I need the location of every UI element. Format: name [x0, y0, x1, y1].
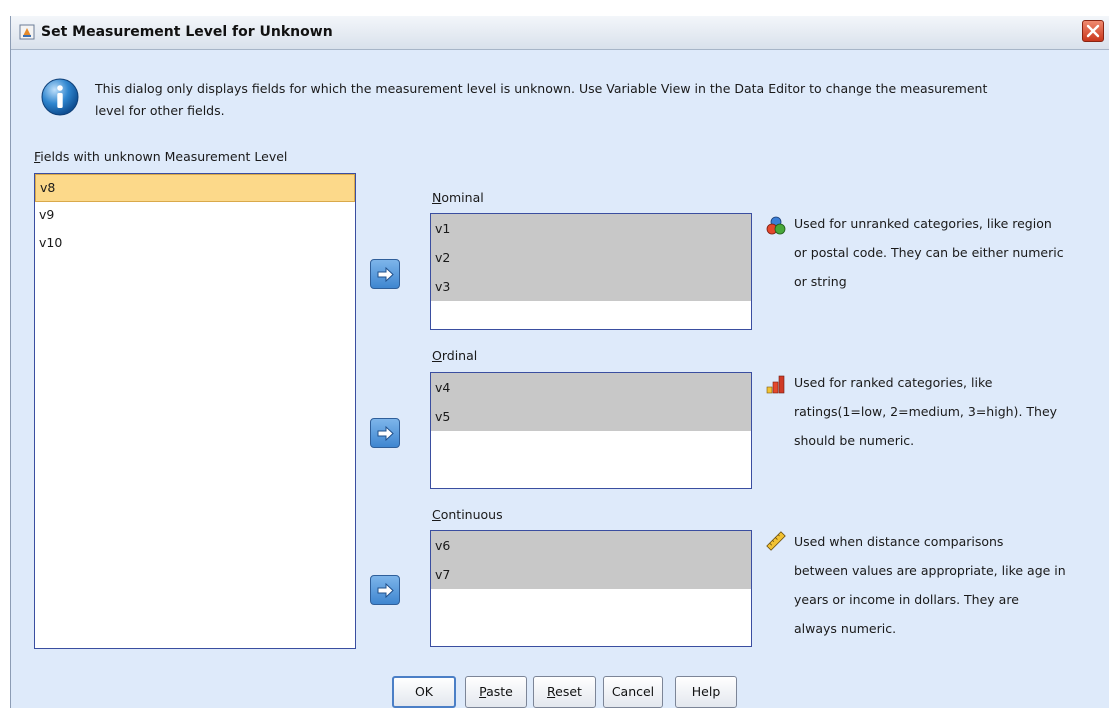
info-message: This dialog only displays fields for whi… [95, 78, 1095, 122]
paste-button[interactable]: Paste [465, 676, 527, 708]
continuous-label: Continuous [432, 507, 503, 522]
close-icon [1086, 24, 1100, 38]
nominal-description: Used for unranked categories, like regio… [794, 216, 1064, 289]
ordinal-item-v4[interactable]: v4 [431, 373, 751, 402]
fields-list-label: Fields with unknown Measurement Level [34, 149, 288, 164]
arrow-right-icon [377, 426, 394, 441]
field-item-v10[interactable]: v10 [35, 230, 355, 258]
nominal-item-v1[interactable]: v1 [431, 214, 751, 243]
ordinal-listbox[interactable]: v4 v5 [430, 372, 752, 489]
nominal-label: Nominal [432, 190, 484, 205]
nominal-item-v2[interactable]: v2 [431, 243, 751, 272]
ordinal-bars-icon [766, 374, 786, 394]
move-to-ordinal-button[interactable] [370, 418, 400, 448]
app-icon [19, 24, 35, 40]
field-item-v9[interactable]: v9 [35, 202, 355, 230]
info-line-2: level for other fields. [95, 103, 225, 118]
field-item-v8[interactable]: v8 [35, 174, 355, 202]
help-button[interactable]: Help [675, 676, 737, 708]
close-button[interactable] [1082, 20, 1104, 42]
continuous-description: Used when distance comparisons between v… [794, 534, 1066, 636]
title-bar[interactable]: Set Measurement Level for Unknown [11, 16, 1109, 50]
nominal-listbox[interactable]: v1 v2 v3 [430, 213, 752, 330]
ordinal-label: Ordinal [432, 348, 478, 363]
move-to-continuous-button[interactable] [370, 575, 400, 605]
ok-button[interactable]: OK [392, 676, 456, 708]
continuous-item-v6[interactable]: v6 [431, 531, 751, 560]
info-line-1: This dialog only displays fields for whi… [95, 81, 988, 96]
arrow-right-icon [377, 267, 394, 282]
dialog-title: Set Measurement Level for Unknown [41, 24, 333, 40]
dialog-window: Set Measurement Level for Unknown This d… [10, 16, 1109, 708]
nominal-item-v3[interactable]: v3 [431, 272, 751, 301]
arrow-right-icon [377, 583, 394, 598]
ordinal-item-v5[interactable]: v5 [431, 402, 751, 431]
nominal-venn-icon [766, 216, 786, 236]
move-to-nominal-button[interactable] [370, 259, 400, 289]
info-icon [40, 77, 80, 117]
continuous-listbox[interactable]: v6 v7 [430, 530, 752, 647]
fields-listbox[interactable]: v8 v9 v10 [34, 173, 356, 649]
ordinal-description: Used for ranked categories, like ratings… [794, 375, 1058, 448]
reset-button[interactable]: Reset [533, 676, 596, 708]
cancel-button[interactable]: Cancel [603, 676, 663, 708]
continuous-item-v7[interactable]: v7 [431, 560, 751, 589]
ruler-icon [766, 531, 786, 551]
